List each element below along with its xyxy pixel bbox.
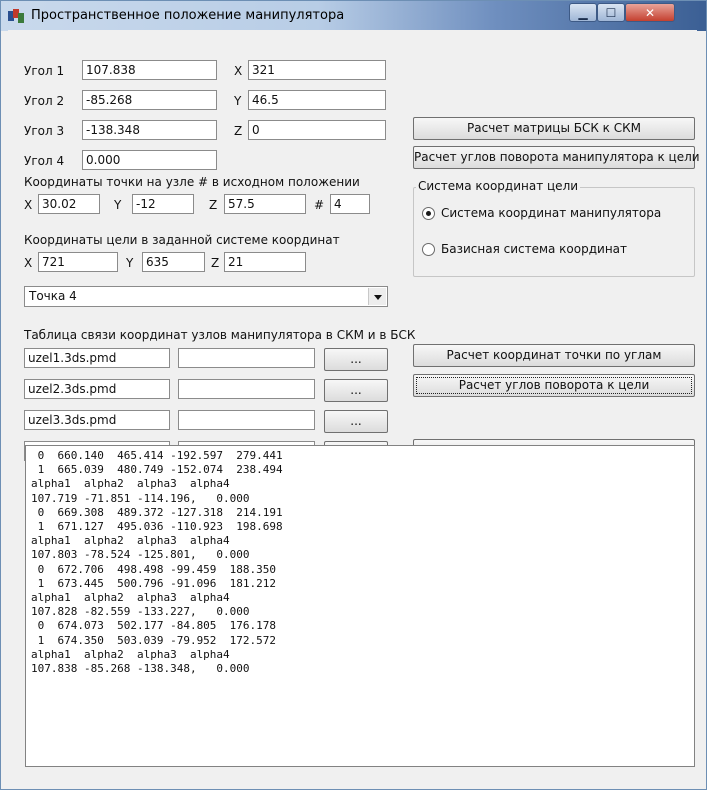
window-title: Пространственное положение манипулятора [31,8,345,23]
output-log[interactable]: 0 660.140 465.414 -192.597 279.441 1 665… [25,445,695,767]
minimize-icon: ▁ [578,5,588,20]
table-heading: Таблица связи координат узлов манипулято… [24,328,416,342]
log-line: 1 665.039 480.749 -152.074 238.494 [31,463,283,477]
browse-button-2[interactable]: ... [324,379,388,402]
coord-x-input[interactable]: 321 [248,60,386,80]
log-line: 0 660.140 465.414 -192.597 279.441 [31,449,283,462]
radio-basis-label[interactable]: Базисная система координат [441,242,627,256]
log-line: 107.719 -71.851 -114.196, 0.000 [31,491,250,505]
point-on-node-heading: Координаты точки на узле # в исходном по… [24,175,360,189]
angle-4-input[interactable]: 0.000 [82,150,217,170]
log-line: 0 674.073 502.177 -84.805 176.178 [31,619,277,633]
coord-z-label: Z [234,124,243,138]
point-num-input[interactable]: 4 [330,194,370,214]
maximize-button[interactable]: ☐ [597,3,625,22]
target-x-input[interactable]: 721 [38,252,118,272]
minimize-button[interactable]: ▁ [569,3,597,22]
coord-system-title: Система координат цели [416,179,581,193]
browse-button-1[interactable]: ... [324,348,388,371]
calc-point-coords-button[interactable]: Расчет координат точки по углам [413,344,695,367]
calc-angles-target-button[interactable]: Расчет углов поворота манипулятора к цел… [413,146,700,169]
radio-manipulator[interactable] [422,207,435,220]
maximize-icon: ☐ [605,5,617,20]
log-line: 1 674.350 503.039 -79.952 172.572 [31,633,277,647]
node-value-2[interactable] [178,379,315,399]
target-heading: Координаты цели в заданной системе коорд… [24,233,340,247]
coord-x-label: X [234,64,243,78]
point-select-value: Точка 4 [29,289,77,303]
coord-y-input[interactable]: 46.5 [248,90,386,110]
coord-system-group [413,187,695,277]
log-line: 0 669.308 489.372 -127.318 214.191 [31,505,283,519]
point-x-label: X [24,198,33,212]
log-line: 1 671.127 495.036 -110.923 198.698 [31,520,283,534]
app-icon [8,9,24,23]
close-button[interactable]: ✕ [625,3,675,22]
target-y-label: Y [126,256,134,270]
log-line: alpha1 alpha2 alpha3 alpha4 [31,591,230,605]
radio-selected-dot [426,211,431,216]
radio-manipulator-label[interactable]: Система координат манипулятора [441,206,661,220]
log-line: 107.803 -78.524 -125.801, 0.000 [31,548,250,562]
log-line: 1 673.445 500.796 -91.096 181.212 [31,576,277,590]
angle-3-label: Угол 3 [24,124,65,138]
calc-rotation-angles-button[interactable]: Расчет углов поворота к цели [413,374,695,397]
angle-4-label: Угол 4 [24,154,65,168]
target-x-label: X [24,256,33,270]
log-line: alpha1 alpha2 alpha3 alpha4 [31,647,230,661]
angle-2-input[interactable]: -85.268 [82,90,217,110]
point-z-input[interactable]: 57.5 [224,194,306,214]
target-z-label: Z [211,256,220,270]
chevron-down-icon[interactable] [368,288,386,305]
angle-2-label: Угол 2 [24,94,65,108]
log-line: 107.838 -85.268 -138.348, 0.000 [31,662,250,676]
calc-matrix-button[interactable]: Расчет матрицы БСК к СКМ [413,117,695,140]
node-value-3[interactable] [178,410,315,430]
title-bar[interactable]: Пространственное положение манипулятора … [1,1,706,31]
angle-3-input[interactable]: -138.348 [82,120,217,140]
node-value-1[interactable] [178,348,315,368]
point-z-label: Z [209,198,218,212]
radio-basis[interactable] [422,243,435,256]
target-y-input[interactable]: 635 [142,252,205,272]
coord-z-input[interactable]: 0 [248,120,386,140]
close-icon: ✕ [644,5,656,20]
node-file-2[interactable]: uzel2.3ds.pmd [24,379,170,399]
angle-1-input[interactable]: 107.838 [82,60,217,80]
angle-1-label: Угол 1 [24,64,65,78]
log-line: 107.828 -82.559 -133.227, 0.000 [31,605,250,619]
node-file-1[interactable]: uzel1.3ds.pmd [24,348,170,368]
log-line: alpha1 alpha2 alpha3 alpha4 [31,477,230,491]
browse-button-3[interactable]: ... [324,410,388,433]
point-x-input[interactable]: 30.02 [38,194,100,214]
point-y-input[interactable]: -12 [132,194,194,214]
point-y-label: Y [114,198,122,212]
point-num-label: # [314,198,325,212]
point-select[interactable]: Точка 4 [24,286,388,307]
node-file-3[interactable]: uzel3.3ds.pmd [24,410,170,430]
target-z-input[interactable]: 21 [224,252,306,272]
log-line: alpha1 alpha2 alpha3 alpha4 [31,534,230,548]
log-line: 0 672.706 498.498 -99.459 188.350 [31,562,277,576]
coord-y-label: Y [234,94,242,108]
